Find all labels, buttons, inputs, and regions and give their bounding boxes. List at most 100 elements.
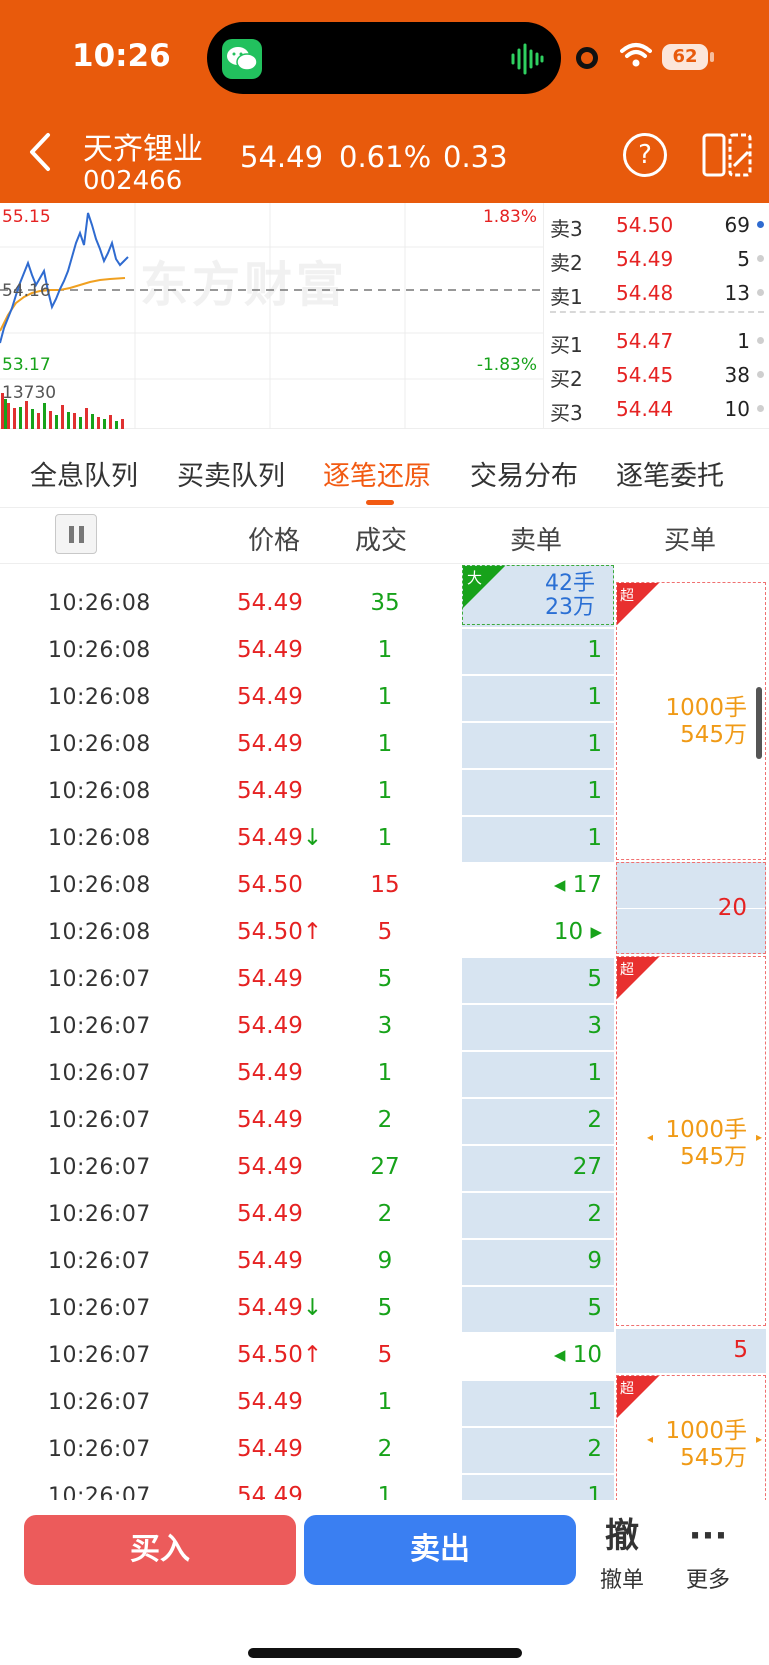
ask-label: 卖1 [550,285,583,309]
tab-bid-ask-queue[interactable]: 买卖队列 [177,454,285,493]
ask-dot-icon [757,221,764,228]
order-book[interactable]: 卖3 54.50 69 卖2 54.49 5 卖1 54.48 13 买1 54… [543,203,769,429]
ask-price: 54.48 [616,281,674,305]
tick-price-value: 54.49 [237,778,303,804]
super-buy-lots: 1000手 [665,1418,747,1444]
tick-price-value: 54.49 [237,966,303,992]
tick-list[interactable]: 10:26:08 54.49 35 10:26:08 54.49 1 1 10:26:08 54… [0,565,769,1500]
super-buy-amount: 1000手 545万 [665,1117,747,1171]
sell-order-cell[interactable]: 9 [462,1240,614,1285]
layout-switch-icon[interactable] [702,132,752,178]
right-arrow-icon: ▸ [755,1130,762,1144]
sell-order-cell[interactable]: 10 ▸ [462,911,614,956]
table-header: 价格 成交 卖单 买单 [0,508,769,564]
sell-order-cell[interactable]: 1 [462,817,614,862]
tick-price: 54.49 [237,1013,303,1039]
tick-time: 10:26:07 [48,1108,151,1133]
tick-price: 54.49↓ [237,1295,322,1321]
tick-volume: 1 [377,778,393,804]
tick-time: 10:26:08 [48,826,151,851]
super-buy-block[interactable]: 超 ◂ ▸ 1000手 545万 [616,956,766,1326]
tick-time: 10:26:08 [48,638,151,663]
more-button[interactable]: ··· 更多 [678,1516,738,1594]
sell-order-cell[interactable]: 5 [462,1287,614,1332]
intraday-chart[interactable]: 东方财富 55.15 54.16 53.17 1.83% -1.83% 1373… [0,203,543,429]
tick-price-value: 54.49 [237,1107,303,1133]
super-buy-value: 545万 [680,1144,747,1170]
ask-row-1: 卖1 54.48 13 [544,275,769,309]
buy-block[interactable]: 20 [616,862,766,954]
tick-time: 10:26:07 [48,1437,151,1462]
sell-order-volume: 1 [587,1389,602,1415]
super-order-badge-label: 超 [620,962,634,978]
right-arrow-icon: ▸ [755,1432,762,1446]
sell-order-cell[interactable]: ◂ 17 [462,864,614,909]
sell-order-cell[interactable]: ◂ 10 [462,1334,614,1379]
buy-button[interactable]: 买入 [24,1515,296,1585]
tick-price-value: 54.49 [237,1248,303,1274]
sell-order-cell[interactable]: 1 [462,629,614,674]
list-scrollbar[interactable] [756,687,762,759]
bid-price: 54.47 [616,329,674,353]
bid-price: 54.45 [616,363,674,387]
sell-order-cell[interactable]: 2 [462,1428,614,1473]
stock-change-pct: 0.61% [339,140,432,174]
tab-full-queue[interactable]: 全息队列 [30,454,138,493]
sell-order-cell[interactable]: 1 [462,676,614,721]
super-buy-block[interactable]: 超 ◂ ▸ 1000手 545万 [616,1375,766,1500]
tab-tick-orders[interactable]: 逐笔委托 [616,454,724,493]
sell-button[interactable]: 卖出 [304,1515,576,1585]
super-buy-block[interactable]: 超 1000手 545万 [616,582,766,860]
tick-price: 54.49 [237,731,303,757]
sell-order-volume: 1 [587,778,602,804]
pause-button[interactable] [55,514,97,554]
tick-time: 10:26:08 [48,685,151,710]
super-order-badge-label: 超 [620,1381,634,1397]
sell-order-volume: 1 [587,1483,602,1500]
back-chevron-icon[interactable] [28,132,52,172]
tab-trade-distribution[interactable]: 交易分布 [470,454,578,493]
tick-price-value: 54.49 [237,1295,303,1321]
tick-time: 10:26:08 [48,591,151,616]
tick-volume: 2 [377,1201,393,1227]
buy-block[interactable]: 5 [616,1329,766,1373]
sell-order-cell[interactable]: 3 [462,1005,614,1050]
sell-order-cell[interactable]: 1 [462,1475,614,1500]
sell-order-cell[interactable]: 1 [462,723,614,768]
big-sell-lots: 42手 [545,571,595,596]
help-button[interactable]: ? [623,133,667,177]
sell-order-cell[interactable]: 1 [462,770,614,815]
super-buy-amount: 1000手 545万 [665,695,747,749]
sell-order-cell[interactable]: 1 [462,1052,614,1097]
tick-price-value: 54.49 [237,1436,303,1462]
home-indicator [248,1648,522,1658]
cancel-order-button[interactable]: 撤 撤单 [592,1516,652,1594]
tick-price: 54.49 [237,1060,303,1086]
active-tab-indicator [366,500,394,505]
sell-order-cell[interactable]: 5 [462,958,614,1003]
cancel-order-label: 撤单 [599,1568,644,1593]
tick-time: 10:26:07 [48,1296,151,1321]
tick-price-value: 54.49 [237,1060,303,1086]
big-order-badge-label: 大 [467,569,483,587]
up-arrow-icon: ↑ [302,919,323,945]
sell-order-cell[interactable]: 27 [462,1146,614,1191]
sell-order-cell[interactable]: 1 [462,1381,614,1426]
tick-time: 10:26:07 [48,1155,151,1180]
tick-volume: 3 [377,1013,393,1039]
tick-price: 54.49 [237,684,303,710]
sell-order-cell[interactable]: 2 [462,1099,614,1144]
battery-indicator: 62 [662,44,708,70]
tick-price-value: 54.49 [237,825,303,851]
wechat-icon[interactable] [222,39,262,79]
tick-time: 10:26:07 [48,1484,151,1500]
big-sell-block[interactable]: 大 42手 23万 [462,565,614,625]
sell-order-cell[interactable]: 2 [462,1193,614,1238]
tick-volume: 27 [370,1154,400,1180]
tab-tick-replay[interactable]: 逐笔还原 [323,454,431,493]
big-sell-value: 23万 [545,595,595,620]
tick-price-value: 54.49 [237,1201,303,1227]
bid-label: 买3 [550,401,583,425]
ask-row-3: 卖3 54.50 69 [544,207,769,241]
super-buy-amount: 1000手 545万 [665,1418,747,1472]
